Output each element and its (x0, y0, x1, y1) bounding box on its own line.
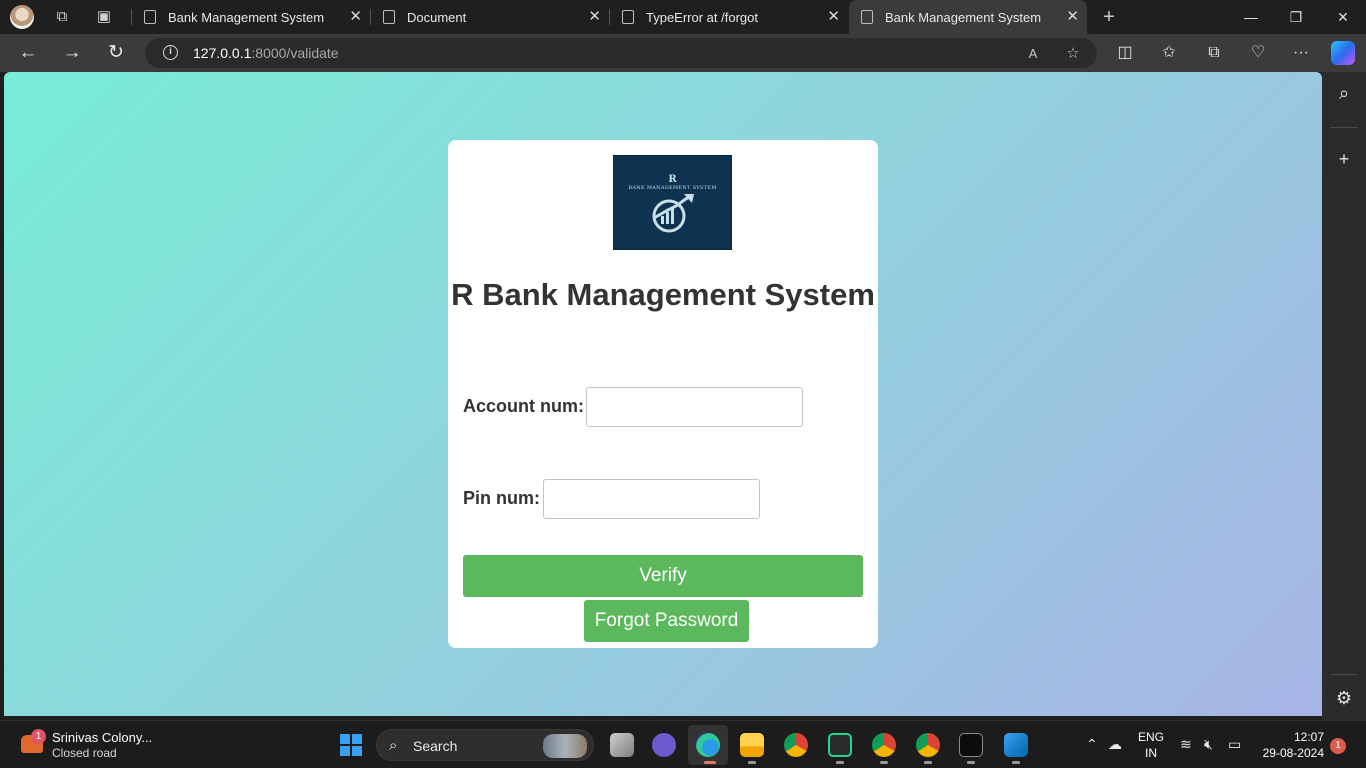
more-menu-icon[interactable]: ··· (1290, 42, 1312, 64)
running-indicator (967, 761, 975, 764)
running-indicator (836, 761, 844, 764)
pin-label: Pin num: (463, 488, 540, 508)
refresh-icon[interactable]: ↻ (104, 42, 128, 64)
clock-time[interactable]: 12:07 (1258, 730, 1324, 744)
workspaces-icon[interactable]: ⧉ (52, 7, 72, 27)
active-indicator (704, 761, 716, 764)
start-windows-icon[interactable] (340, 734, 362, 756)
minimize-icon[interactable]: — (1240, 6, 1262, 28)
alert-badge: 1 (31, 729, 46, 744)
tab-typeerror[interactable]: TypeError at /forgot ✕ (610, 0, 848, 34)
tab-label: Document (407, 9, 467, 25)
running-indicator (924, 761, 932, 764)
page-viewport: R BANK MANAGEMENT SYSTEM R Bank Manageme… (4, 72, 1322, 716)
edge-browser-icon[interactable] (696, 733, 720, 757)
wifi-icon[interactable]: ≋ (1180, 736, 1192, 753)
add-sidebar-icon[interactable]: + (1333, 148, 1355, 170)
page-title: R Bank Management System (451, 277, 875, 312)
tab-document[interactable]: Document ✕ (371, 0, 609, 34)
copilot-icon[interactable] (1331, 41, 1355, 65)
tab-label: Bank Management System (885, 9, 1042, 25)
task-view-icon[interactable] (610, 733, 634, 757)
chrome-profile-icon[interactable] (872, 733, 896, 757)
profile-avatar[interactable] (10, 5, 34, 29)
restore-icon[interactable]: ❐ (1285, 6, 1307, 28)
taskbar-search[interactable]: ⌕ Search (376, 729, 594, 761)
url-path: :8000/validate (251, 45, 339, 61)
file-explorer-icon[interactable] (740, 733, 764, 757)
weather-location[interactable]: Srinivas Colony... (52, 730, 152, 745)
notification-badge[interactable]: 1 (1330, 738, 1346, 754)
chevron-up-icon[interactable]: ⌃ (1086, 736, 1098, 753)
url-host: 127.0.0.1 (193, 45, 252, 61)
close-window-icon[interactable]: ✕ (1332, 6, 1354, 28)
split-screen-icon[interactable]: ◫ (1114, 42, 1136, 64)
search-highlight-image (543, 734, 587, 758)
tab-actions-icon[interactable]: ▣ (94, 7, 114, 27)
battery-icon[interactable]: ▭ (1228, 736, 1241, 753)
chrome-icon[interactable] (784, 733, 808, 757)
browser-toolbar: ← → ↻ i 127.0.0.1:8000/validate A ☆ ◫ ✩ … (0, 34, 1366, 72)
tab-bank-management-1[interactable]: Bank Management System ✕ (132, 0, 370, 34)
language-region[interactable]: IN (1136, 746, 1166, 760)
tab-label: Bank Management System (168, 9, 325, 25)
pin-number-input[interactable] (543, 479, 760, 519)
login-card: R BANK MANAGEMENT SYSTEM R Bank Manageme… (448, 140, 878, 648)
favorite-star-icon[interactable]: ☆ (1063, 44, 1083, 64)
onedrive-cloud-icon[interactable]: ☁ (1108, 736, 1122, 753)
new-tab-icon[interactable]: + (1099, 7, 1119, 27)
account-label: Account num: (463, 396, 584, 416)
terminal-icon[interactable] (959, 733, 983, 757)
page-icon (622, 10, 634, 24)
volume-muted-icon[interactable]: 🔇︎ (1204, 736, 1213, 753)
browser-essentials-icon[interactable]: ♡ (1247, 42, 1269, 64)
search-icon[interactable]: ⌕ (1333, 82, 1355, 104)
growth-chart-icon (652, 194, 694, 233)
weather-status: Closed road (52, 746, 117, 760)
collections-icon[interactable]: ⧉ (1203, 42, 1225, 64)
browser-tab-strip: ⧉ ▣ Bank Management System ✕ Document ✕ … (0, 0, 1366, 34)
pycharm-icon[interactable] (828, 733, 852, 757)
url-text[interactable]: 127.0.0.1:8000/validate (193, 45, 339, 61)
tab-bank-management-active[interactable]: Bank Management System ✕ (849, 0, 1087, 34)
favorites-icon[interactable]: ✩ (1158, 42, 1180, 64)
read-aloud-icon[interactable]: A (1023, 44, 1043, 64)
page-icon (861, 10, 873, 24)
page-icon (144, 10, 156, 24)
forgot-password-button[interactable]: Forgot Password (584, 600, 749, 642)
back-icon[interactable]: ← (16, 42, 40, 64)
browser-sidebar: ⌕ + ⚙ (1322, 72, 1366, 720)
close-tab-icon[interactable]: ✕ (1066, 9, 1079, 25)
vscode-icon[interactable] (1004, 733, 1028, 757)
close-tab-icon[interactable]: ✕ (349, 9, 362, 25)
running-indicator (748, 761, 756, 764)
running-indicator (1012, 761, 1020, 764)
chrome-profile-icon[interactable] (916, 733, 940, 757)
bank-logo: R BANK MANAGEMENT SYSTEM (613, 155, 732, 250)
forward-icon[interactable]: → (60, 42, 84, 64)
search-icon: ⌕ (389, 737, 398, 754)
tab-label: TypeError at /forgot (646, 9, 758, 25)
language-code[interactable]: ENG (1136, 730, 1166, 744)
account-number-input[interactable] (586, 387, 803, 427)
address-bar[interactable]: i 127.0.0.1:8000/validate A ☆ (145, 38, 1097, 68)
page-icon (383, 10, 395, 24)
close-tab-icon[interactable]: ✕ (827, 9, 840, 25)
site-info-icon[interactable]: i (163, 45, 178, 60)
close-tab-icon[interactable]: ✕ (588, 9, 601, 25)
clock-date[interactable]: 29-08-2024 (1254, 746, 1324, 760)
settings-gear-icon[interactable]: ⚙ (1333, 687, 1355, 709)
divider (1330, 674, 1358, 675)
logo-letter: R (668, 174, 677, 185)
logo-subtitle: BANK MANAGEMENT SYSTEM (628, 185, 717, 191)
divider (1330, 127, 1358, 128)
windows-taskbar: 1 Srinivas Colony... Closed road ⌕ Searc… (0, 720, 1366, 768)
running-indicator (880, 761, 888, 764)
verify-button[interactable]: Verify (463, 555, 863, 597)
search-label: Search (413, 738, 458, 754)
teams-chat-icon[interactable] (652, 733, 676, 757)
